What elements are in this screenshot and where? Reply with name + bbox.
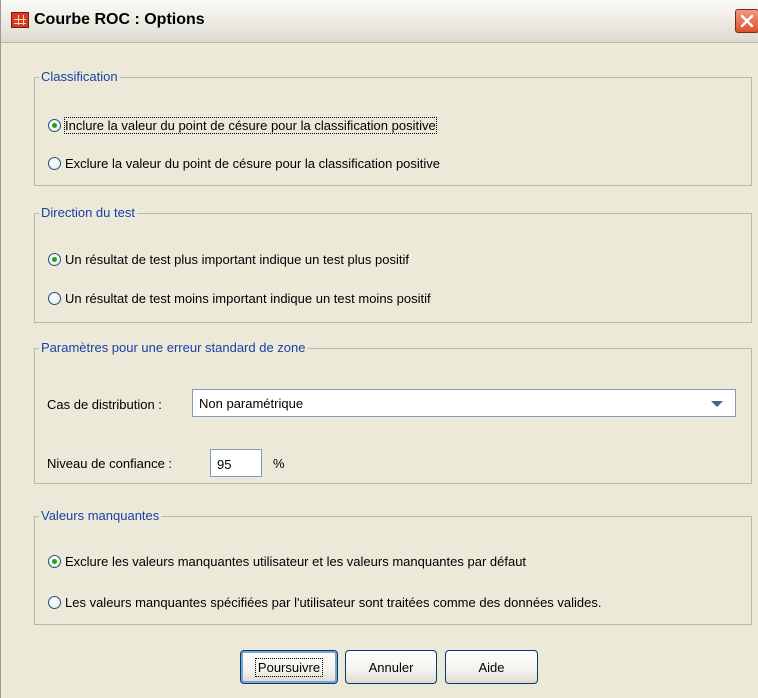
distribution-selected-value: Non paramétrique	[199, 396, 304, 411]
percent-unit: %	[273, 456, 285, 471]
dialog-window: Courbe ROC : Options Classification Incl…	[0, 0, 758, 698]
radio-smaller-positive-label: Un résultat de test moins important indi…	[65, 290, 431, 306]
distribution-label: Cas de distribution :	[47, 397, 162, 412]
radio-button-selected[interactable]	[48, 118, 61, 132]
radio-button[interactable]	[48, 156, 61, 170]
direction-legend: Direction du test	[39, 205, 137, 221]
continue-button-label: Poursuivre	[254, 657, 324, 677]
radio-user-missing-valid-label: Les valeurs manquantes spécifiées par l'…	[65, 594, 602, 610]
close-button[interactable]	[735, 9, 758, 33]
classification-legend: Classification	[39, 69, 120, 85]
radio-exclude-missing-label: Exclure les valeurs manquantes utilisate…	[65, 553, 527, 569]
radio-exclude-cutoff-label: Exclure la valeur du point de césure pou…	[65, 155, 441, 171]
parametres-legend: Paramètres pour une erreur standard de z…	[39, 340, 308, 356]
help-button[interactable]: Aide	[445, 650, 538, 684]
radio-include-cutoff[interactable]: Inclure la valeur du point de césure pou…	[48, 116, 437, 134]
radio-button-selected[interactable]	[48, 252, 61, 266]
confiance-input[interactable]: 95	[210, 449, 262, 477]
radio-exclude-missing[interactable]: Exclure les valeurs manquantes utilisate…	[48, 552, 526, 570]
distribution-select[interactable]: Non paramétrique	[192, 389, 736, 417]
cancel-button-label: Annuler	[368, 659, 414, 675]
radio-user-missing-valid[interactable]: Les valeurs manquantes spécifiées par l'…	[48, 593, 602, 611]
radio-exclude-cutoff[interactable]: Exclure la valeur du point de césure pou…	[48, 154, 440, 172]
radio-smaller-positive[interactable]: Un résultat de test moins important indi…	[48, 289, 431, 307]
radio-larger-positive-label: Un résultat de test plus important indiq…	[65, 251, 409, 267]
help-button-label: Aide	[478, 659, 505, 675]
radio-button[interactable]	[48, 291, 61, 305]
cancel-button[interactable]: Annuler	[345, 650, 437, 684]
dropdown-arrow-icon[interactable]	[711, 401, 723, 407]
radio-include-cutoff-label: Inclure la valeur du point de césure pou…	[64, 116, 437, 134]
dialog-title: Courbe ROC : Options	[34, 11, 205, 28]
confiance-label: Niveau de confiance :	[47, 456, 173, 471]
continue-button[interactable]: Poursuivre	[240, 650, 338, 684]
radio-button[interactable]	[48, 595, 61, 609]
spreadsheet-icon	[11, 12, 29, 28]
manquantes-legend: Valeurs manquantes	[39, 508, 162, 524]
radio-button-selected[interactable]	[48, 554, 61, 568]
radio-larger-positive[interactable]: Un résultat de test plus important indiq…	[48, 250, 409, 268]
title-bar[interactable]: Courbe ROC : Options	[1, 0, 758, 43]
close-icon	[740, 14, 754, 28]
